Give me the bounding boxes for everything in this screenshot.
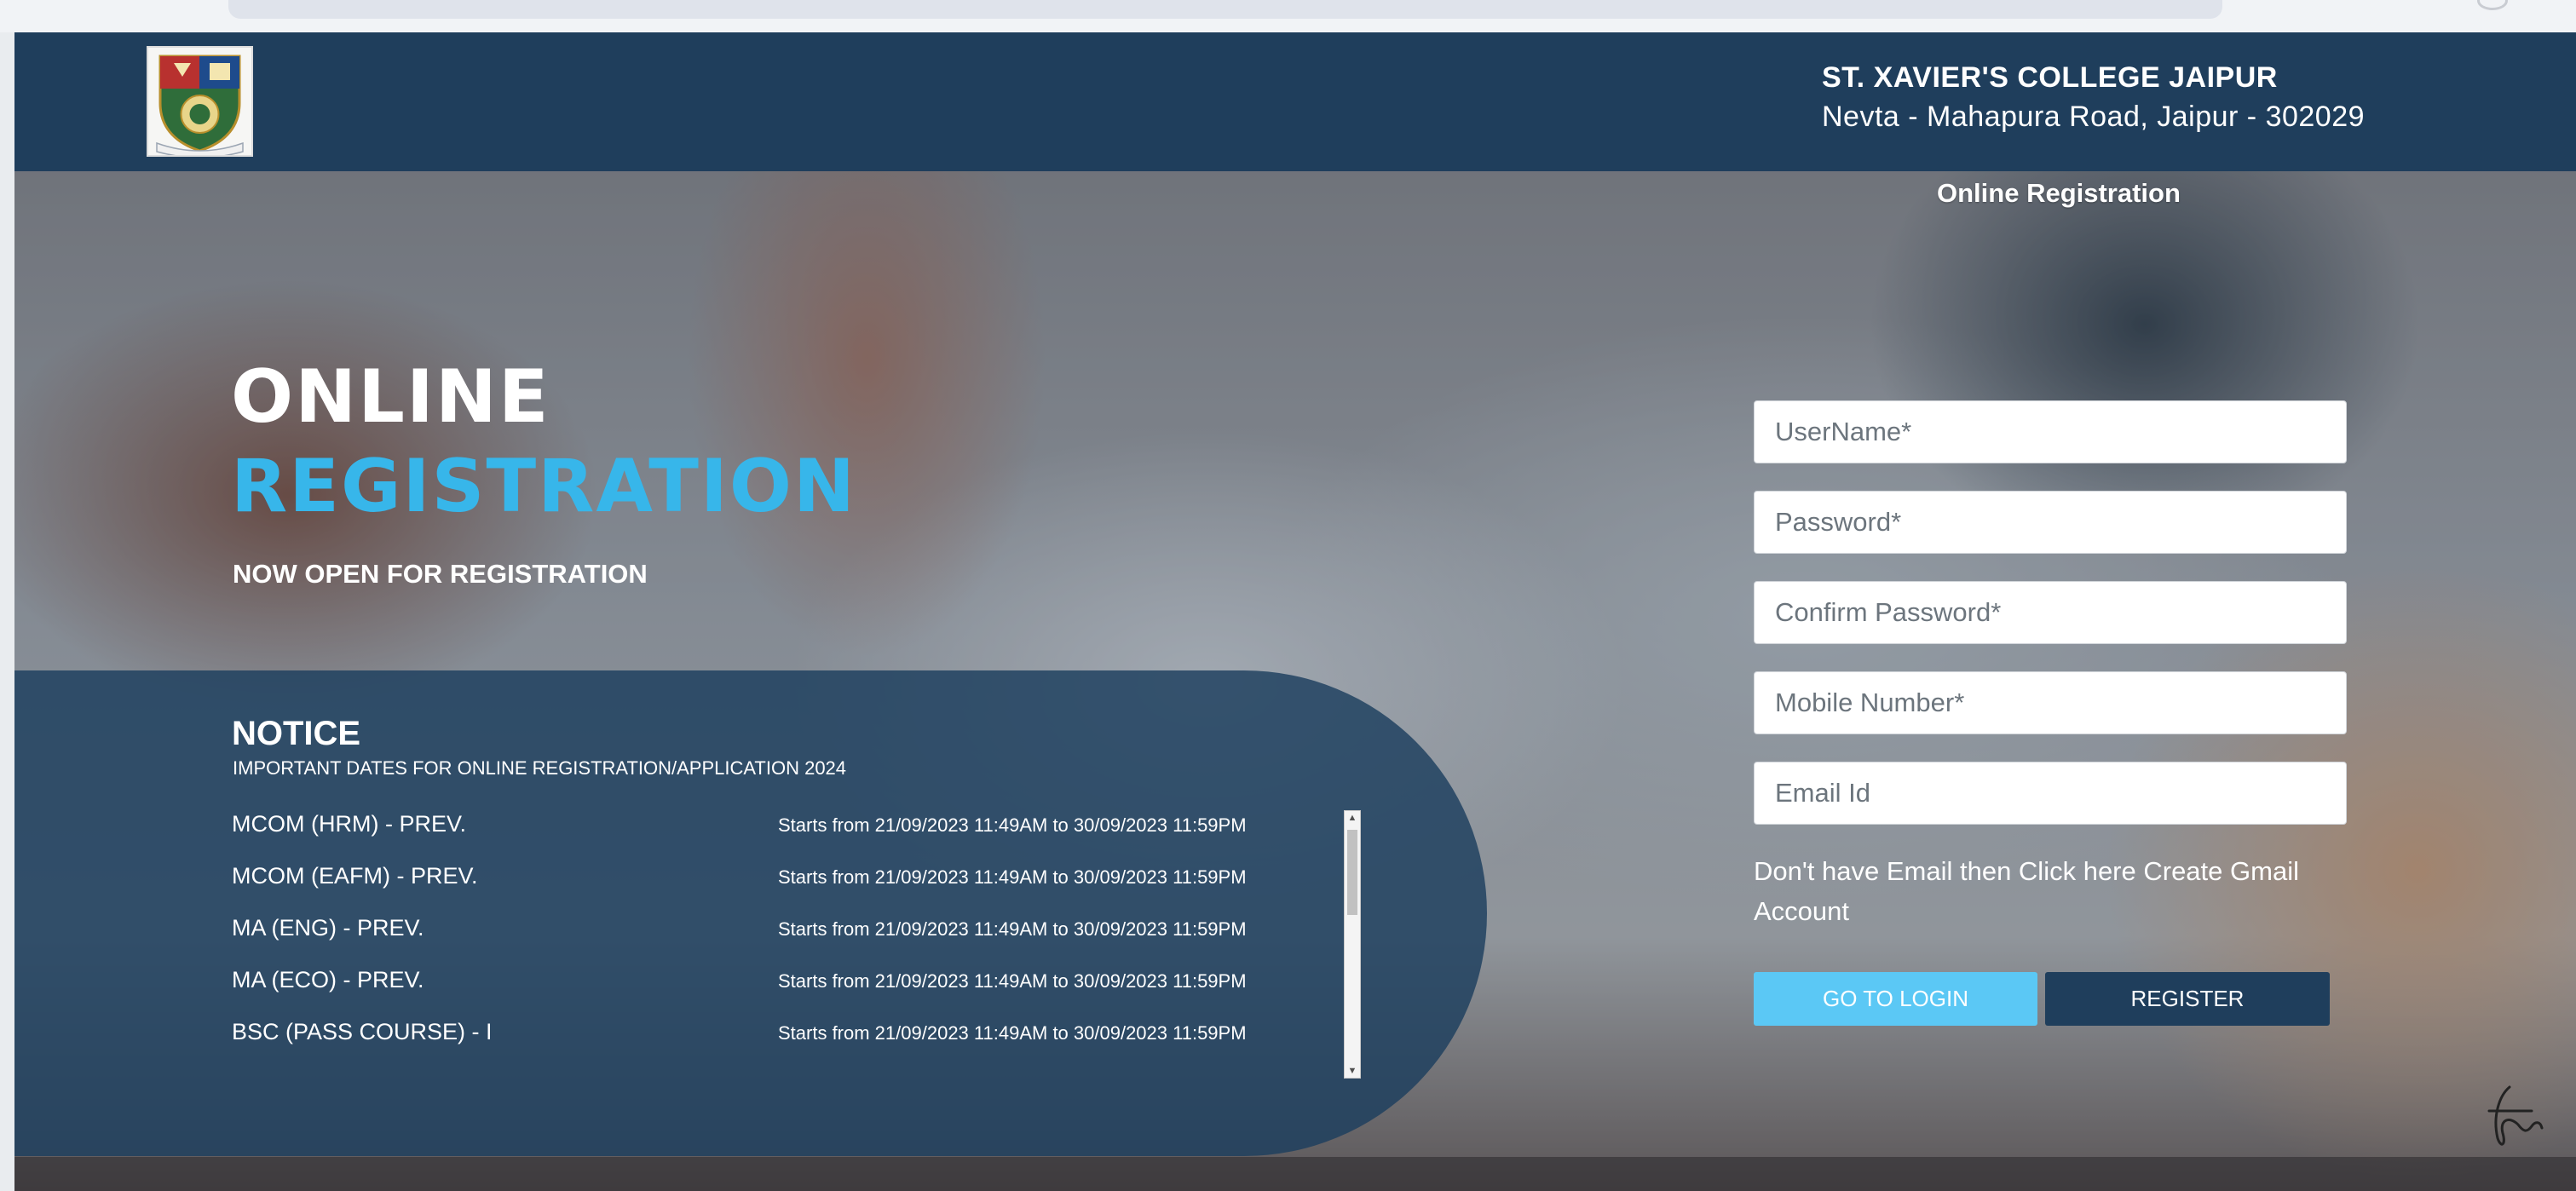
college-crest-icon bbox=[147, 46, 253, 158]
hero-tagline: NOW OPEN FOR REGISTRATION bbox=[233, 559, 648, 589]
confirm-password-input[interactable] bbox=[1754, 581, 2347, 644]
notice-dates: Starts from 21/09/2023 11:49AM to 30/09/… bbox=[778, 866, 1247, 888]
go-to-login-button[interactable]: GO TO LOGIN bbox=[1754, 972, 2037, 1026]
scroll-up-icon[interactable]: ▲ bbox=[1345, 811, 1360, 825]
footer-band bbox=[14, 1157, 2576, 1191]
browser-address-bar[interactable] bbox=[228, 0, 2222, 19]
email-input[interactable] bbox=[1754, 762, 2347, 825]
notice-dates: Starts from 21/09/2023 11:49AM to 30/09/… bbox=[778, 970, 1247, 992]
notice-course: MA (ECO) - PREV. bbox=[232, 967, 424, 992]
notice-course: MA (ENG) - PREV. bbox=[232, 915, 424, 941]
hero-title-registration: REGISTRATION bbox=[231, 444, 857, 529]
college-address: Nevta - Mahapura Road, Jaipur - 302029 bbox=[1822, 101, 2366, 133]
notice-item: MA (ENG) - PREV. Starts from 21/09/2023 … bbox=[232, 915, 1340, 949]
hero-title-online: ONLINE bbox=[231, 354, 550, 440]
notice-dates: Starts from 21/09/2023 11:49AM to 30/09/… bbox=[778, 814, 1247, 836]
notice-scrollbar[interactable]: ▲ ▼ bbox=[1344, 810, 1361, 1079]
create-gmail-link[interactable]: Don't have Email then Click here Create … bbox=[1754, 851, 2333, 931]
notice-dates: Starts from 21/09/2023 11:49AM to 30/09/… bbox=[778, 918, 1247, 940]
notice-course: MCOM (HRM) - PREV. bbox=[232, 811, 466, 837]
notice-subtitle: IMPORTANT DATES FOR ONLINE REGISTRATION/… bbox=[233, 757, 847, 779]
notice-title: NOTICE bbox=[232, 715, 361, 752]
notice-list: MCOM (HRM) - PREV. Starts from 21/09/202… bbox=[232, 811, 1382, 1075]
browser-profile-icon[interactable] bbox=[2477, 0, 2508, 10]
form-heading: Online Registration bbox=[1937, 178, 2181, 208]
username-input[interactable] bbox=[1754, 400, 2347, 463]
notice-course: MCOM (EAFM) - PREV. bbox=[232, 863, 478, 889]
hero-section: Online Registration ONLINE REGISTRATION … bbox=[14, 171, 2576, 1191]
scroll-down-icon[interactable]: ▼ bbox=[1345, 1064, 1360, 1078]
register-button[interactable]: REGISTER bbox=[2045, 972, 2330, 1026]
notice-item: MCOM (HRM) - PREV. Starts from 21/09/202… bbox=[232, 811, 1340, 845]
browser-toolbar bbox=[0, 0, 2576, 32]
notice-dates: Starts from 21/09/2023 11:49AM to 30/09/… bbox=[778, 1022, 1247, 1044]
signature-icon bbox=[2482, 1072, 2576, 1157]
college-name: ST. XAVIER'S COLLEGE JAIPUR bbox=[1822, 61, 2278, 94]
notice-panel: NOTICE IMPORTANT DATES FOR ONLINE REGIST… bbox=[14, 670, 1487, 1156]
password-input[interactable] bbox=[1754, 491, 2347, 554]
notice-item: BSC (PASS COURSE) - I Starts from 21/09/… bbox=[232, 1019, 1340, 1053]
notice-course: BSC (PASS COURSE) - I bbox=[232, 1019, 493, 1044]
notice-item: MCOM (EAFM) - PREV. Starts from 21/09/20… bbox=[232, 863, 1340, 897]
notice-item: MA (ECO) - PREV. Starts from 21/09/2023 … bbox=[232, 967, 1340, 1001]
scroll-thumb[interactable] bbox=[1347, 830, 1357, 915]
mobile-number-input[interactable] bbox=[1754, 671, 2347, 734]
site-header: ST. XAVIER'S COLLEGE JAIPUR Nevta - Maha… bbox=[14, 32, 2576, 171]
